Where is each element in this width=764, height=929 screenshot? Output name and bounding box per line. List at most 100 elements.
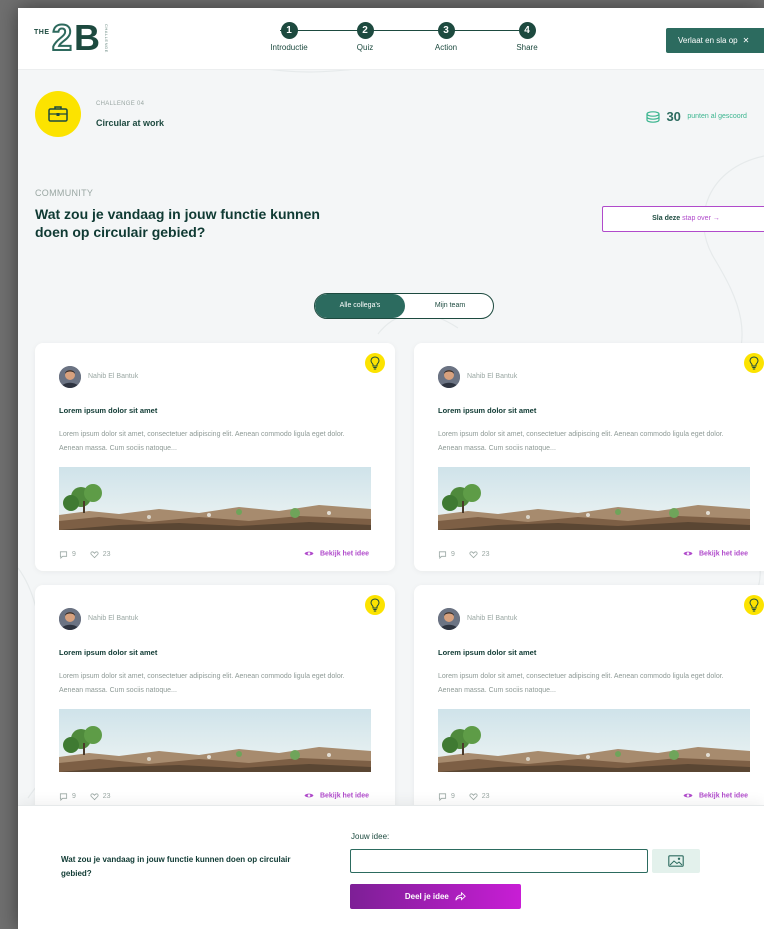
close-icon: ✕ [742,36,750,45]
step-label: Introductie [270,43,308,52]
arrow-right-icon: → [712,215,720,222]
lightbulb-badge [744,353,764,373]
step-number: 4 [518,22,536,39]
eye-icon [683,793,693,798]
view-idea-link[interactable]: Bekijk het idee [304,792,369,799]
like-count: 23 [102,551,111,558]
idea-image [59,709,371,772]
heart-icon[interactable] [90,792,99,801]
author-name: Nahib El Bantuk [88,615,139,622]
view-idea-link[interactable]: Bekijk het idee [683,550,748,557]
step-number: 3 [437,22,455,39]
landfill-landscape-image [59,709,371,772]
lightbulb-icon [370,598,380,612]
heart-icon[interactable] [469,792,478,801]
toggle-my-team[interactable]: Mijn team [405,294,493,318]
leave-and-save-button[interactable]: Verlaat en sla op ✕ [666,28,764,53]
idea-card[interactable]: Nahib El Bantuk Lorem ipsum dolor sit am… [414,585,764,813]
idea-composer-panel: Wat zou je vandaag in jouw functie kunne… [18,805,764,929]
avatar[interactable] [438,366,460,388]
lightbulb-badge [365,353,385,373]
image-icon [668,855,684,867]
view-idea-label: Bekijk het idee [698,792,748,800]
step-action[interactable]: 3 Action [406,22,486,52]
idea-stats: 9 23 [59,550,123,559]
page-title: Wat zou je vandaag in jouw functie kunne… [35,206,320,240]
comment-icon[interactable] [59,550,68,559]
heart-icon[interactable] [469,550,478,559]
step-label: Action [434,43,458,52]
idea-card[interactable]: Nahib El Bantuk Lorem ipsum dolor sit am… [414,343,764,571]
step-introductie[interactable]: 1 Introductie [249,22,329,52]
landfill-landscape-image [59,467,371,530]
share-arrow-icon [455,892,466,902]
comment-icon[interactable] [438,792,447,801]
step-quiz[interactable]: 2 Quiz [325,22,405,52]
comment-count: 9 [450,793,455,800]
comment-count: 9 [71,793,76,800]
app-window: THE 2 B CHALLENGE 1 Introductie 2 Quiz 3… [18,8,764,929]
comment-count: 9 [450,551,455,558]
lightbulb-badge [365,595,385,615]
composer-question: Wat zou je vandaag in jouw functie kunne… [61,855,291,878]
skip-label: Sla deze [652,215,681,222]
logo-two-text: 2 [51,17,73,59]
idea-stats: 9 23 [438,792,502,801]
author-name: Nahib El Bantuk [467,373,518,380]
eye-icon [304,793,314,798]
author-name: Nahib El Bantuk [467,615,518,622]
avatar[interactable] [438,608,460,630]
challenge-title: Circular at work [96,118,165,128]
logo-b-text: B [74,17,100,58]
challenge-badge [35,91,81,137]
skip-step-button[interactable]: Sla deze stap over → [602,206,764,232]
leave-button-label: Verlaat en sla op [678,36,738,45]
step-number: 1 [280,22,298,39]
idea-title: Lorem ipsum dolor sit amet [438,648,537,657]
view-idea-label: Bekijk het idee [319,550,369,558]
idea-excerpt: Lorem ipsum dolor sit amet, consectetuer… [59,431,345,452]
share-idea-button[interactable]: Deel je idee [350,884,521,909]
comment-icon[interactable] [438,550,447,559]
eye-icon [683,551,693,556]
challenge-kicker: CHALLENGE 04 [96,101,145,107]
idea-title: Lorem ipsum dolor sit amet [438,406,537,415]
lightbulb-icon [370,356,380,370]
like-count: 23 [481,793,490,800]
idea-input[interactable] [350,849,648,873]
toggle-all-colleagues[interactable]: Alle collega's [315,294,405,318]
idea-stats: 9 23 [438,550,502,559]
idea-card[interactable]: Nahib El Bantuk Lorem ipsum dolor sit am… [35,585,395,813]
landfill-landscape-image [438,467,750,530]
skip-emphasis: stap over [682,215,711,222]
points-text: punten al gescoord [687,113,747,121]
points-value: 30 [666,109,681,125]
points-score: 30 punten al gescoord [646,108,764,124]
add-image-button[interactable] [652,849,700,873]
person-avatar-icon [59,366,81,388]
view-idea-link[interactable]: Bekijk het idee [304,550,369,557]
avatar[interactable] [59,608,81,630]
comment-icon[interactable] [59,792,68,801]
step-share[interactable]: 4 Share [487,22,567,52]
lightbulb-badge [744,595,764,615]
like-count: 23 [481,551,490,558]
idea-image [438,709,750,772]
like-count: 23 [102,793,111,800]
top-navigation-bar: THE 2 B CHALLENGE 1 Introductie 2 Quiz 3… [18,8,764,70]
audience-toggle: Alle collega's Mijn team [314,293,494,319]
author-name: Nahib El Bantuk [88,373,139,380]
lightbulb-icon [749,598,759,612]
logo-the-text: THE [34,29,50,36]
step-label: Quiz [356,43,374,52]
idea-card[interactable]: Nahib El Bantuk Lorem ipsum dolor sit am… [35,343,395,571]
avatar[interactable] [59,366,81,388]
view-idea-label: Bekijk het idee [698,550,748,558]
view-idea-link[interactable]: Bekijk het idee [683,792,748,799]
idea-excerpt: Lorem ipsum dolor sit amet, consectetuer… [438,673,724,694]
brand-logo[interactable]: THE 2 B CHALLENGE [34,17,114,59]
step-label: Share [516,43,538,52]
person-avatar-icon [438,366,460,388]
idea-image [438,467,750,530]
heart-icon[interactable] [90,550,99,559]
